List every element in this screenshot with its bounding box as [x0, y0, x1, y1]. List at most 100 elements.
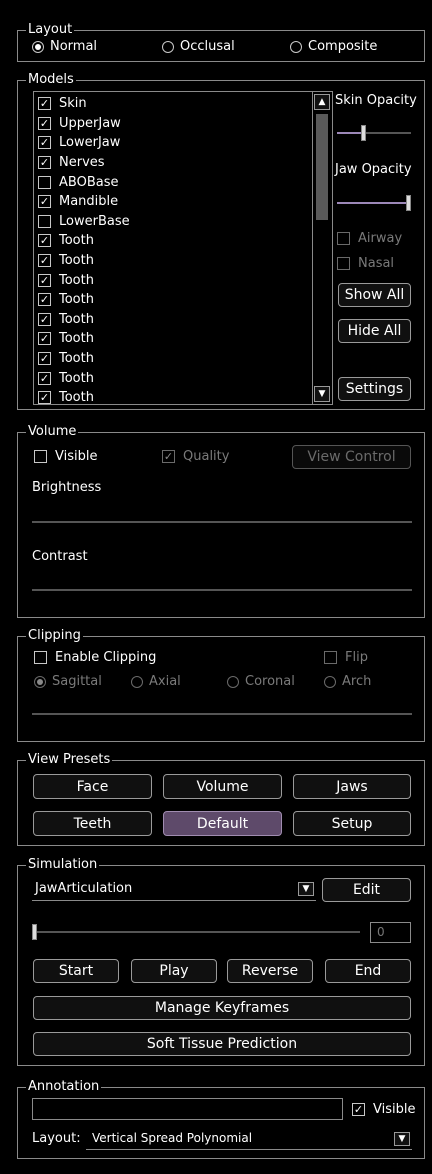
clip-axial-radio[interactable]: Axial	[131, 674, 181, 689]
scroll-up-arrow-icon[interactable]: ▲	[314, 94, 330, 110]
model-list-item[interactable]: ✓ Tooth	[34, 231, 312, 251]
model-item-label: Tooth	[59, 292, 94, 308]
contrast-label: Contrast	[32, 549, 88, 564]
models-list[interactable]: ✓ Skin ✓ UpperJaw ✓ LowerJaw ✓ Nerves ABOBase ✓ Ma…	[33, 91, 333, 405]
contrast-slider[interactable]	[32, 589, 412, 591]
checkmark-icon: ✓	[352, 1103, 365, 1116]
annotation-text-input[interactable]	[32, 1098, 343, 1120]
preset-face-button[interactable]: Face	[33, 774, 152, 799]
checkmark-icon[interactable]: ✓	[38, 312, 51, 326]
checkmark-icon[interactable]: ✓	[38, 391, 51, 404]
nasal-checkbox[interactable]: Nasal	[337, 256, 394, 271]
model-list-item[interactable]: ✓ Mandible	[34, 192, 312, 212]
scroll-down-arrow-icon[interactable]: ▼	[314, 386, 330, 402]
preset-volume-button[interactable]: Volume	[163, 774, 282, 799]
simulation-edit-button[interactable]: Edit	[322, 878, 411, 902]
model-list-item[interactable]: ✓ Skin	[34, 94, 312, 114]
checkmark-icon[interactable]: ✓	[38, 293, 51, 307]
checkbox-icon	[337, 232, 350, 245]
checkmark-icon[interactable]: ✓	[38, 254, 51, 268]
volume-visible-label: Visible	[55, 449, 98, 464]
checkmark-icon[interactable]: ✓	[38, 195, 51, 209]
preset-setup-button[interactable]: Setup	[293, 811, 411, 836]
dropdown-arrow-icon[interactable]: ▼	[298, 882, 314, 896]
annotation-visible-checkbox[interactable]: ✓ Visible	[352, 1102, 415, 1117]
frame-spinbox[interactable]: 0	[370, 922, 411, 943]
checkbox-icon	[324, 651, 337, 664]
checkmark-icon[interactable]: ✓	[38, 371, 51, 385]
show-all-button[interactable]: Show All	[338, 283, 411, 307]
model-list-item[interactable]: ABOBase	[34, 172, 312, 192]
checkmark-icon[interactable]: ✓	[38, 352, 51, 366]
model-item-label: LowerBase	[59, 213, 130, 229]
model-list-item[interactable]: ✓ Tooth	[34, 329, 312, 349]
checkmark-icon[interactable]: ✓	[38, 332, 51, 346]
checkmark-icon[interactable]: ✓	[38, 234, 51, 248]
layout-composite-radio[interactable]: Composite	[290, 39, 377, 54]
model-list-item[interactable]: ✓ UpperJaw	[34, 114, 312, 134]
model-list-item[interactable]: ✓ Tooth	[34, 251, 312, 271]
clipping-slider[interactable]	[32, 713, 412, 715]
simulation-timeline-slider[interactable]	[32, 922, 360, 942]
checkmark-icon[interactable]: ✓	[38, 136, 51, 150]
checkbox-icon[interactable]	[38, 214, 51, 228]
volume-visible-checkbox[interactable]: Visible	[34, 449, 97, 464]
clip-coronal-label: Coronal	[245, 674, 295, 689]
model-item-label: Nerves	[59, 155, 105, 171]
clip-sagittal-radio[interactable]: Sagittal	[34, 674, 102, 689]
checkmark-icon[interactable]: ✓	[38, 116, 51, 130]
layout-normal-radio[interactable]: Normal	[32, 39, 97, 54]
model-list-item[interactable]: ✓ Tooth	[34, 368, 312, 388]
flip-label: Flip	[345, 650, 368, 665]
dropdown-arrow-icon[interactable]: ▼	[394, 1132, 410, 1146]
volume-quality-checkbox[interactable]: ✓ Quality	[162, 449, 229, 464]
preset-teeth-button[interactable]: Teeth	[33, 811, 152, 836]
preset-default-button[interactable]: Default	[163, 811, 282, 836]
preset-jaws-button[interactable]: Jaws	[293, 774, 411, 799]
enable-clipping-checkbox[interactable]: Enable Clipping	[34, 650, 156, 665]
model-list-item[interactable]: ✓ Tooth	[34, 290, 312, 310]
simulation-play-button[interactable]: Play	[131, 959, 217, 983]
clip-arch-radio[interactable]: Arch	[324, 674, 371, 689]
simulation-end-button[interactable]: End	[325, 959, 411, 983]
hide-all-button[interactable]: Hide All	[338, 319, 411, 343]
annotation-visible-label: Visible	[373, 1102, 416, 1117]
model-item-label: Tooth	[59, 253, 94, 269]
model-list-item[interactable]: ✓ Nerves	[34, 153, 312, 173]
model-list-item[interactable]: ✓ Tooth	[34, 388, 312, 404]
model-list-item[interactable]: ✓ Tooth	[34, 310, 312, 330]
model-list-item[interactable]: ✓ LowerJaw	[34, 133, 312, 153]
models-scrollbar[interactable]: ▲ ▼	[312, 92, 332, 404]
annotation-layout-combo[interactable]: Vertical Spread Polynomial ▼	[86, 1129, 412, 1150]
model-list-item[interactable]: ✓ Tooth	[34, 349, 312, 369]
jaw-opacity-slider[interactable]	[337, 193, 411, 213]
jaw-opacity-thumb[interactable]	[406, 195, 411, 211]
model-list-item[interactable]: ✓ Tooth	[34, 270, 312, 290]
brightness-slider[interactable]	[32, 521, 412, 523]
simulation-reverse-button[interactable]: Reverse	[227, 959, 313, 983]
skin-opacity-thumb[interactable]	[361, 125, 366, 141]
simulation-start-button[interactable]: Start	[33, 959, 119, 983]
clip-coronal-radio[interactable]: Coronal	[227, 674, 295, 689]
layout-occlusal-radio[interactable]: Occlusal	[162, 39, 235, 54]
layout-composite-label: Composite	[308, 39, 378, 54]
checkmark-icon[interactable]: ✓	[38, 156, 51, 170]
checkmark-icon[interactable]: ✓	[38, 97, 51, 111]
model-list-item[interactable]: LowerBase	[34, 212, 312, 232]
model-item-label: Tooth	[59, 272, 94, 288]
timeline-thumb[interactable]	[32, 924, 37, 940]
soft-tissue-prediction-button[interactable]: Soft Tissue Prediction	[33, 1032, 411, 1056]
view-control-button[interactable]: View Control	[292, 445, 411, 469]
manage-keyframes-button[interactable]: Manage Keyframes	[33, 996, 411, 1020]
checkbox-icon[interactable]	[38, 175, 51, 189]
volume-quality-label: Quality	[183, 449, 230, 464]
clip-axial-label: Axial	[149, 674, 181, 689]
airway-checkbox[interactable]: Airway	[337, 231, 402, 246]
simulation-combo[interactable]: JawArticulation ▼	[32, 880, 316, 901]
flip-checkbox[interactable]: Flip	[324, 650, 368, 665]
skin-opacity-slider[interactable]	[337, 123, 411, 143]
checkmark-icon[interactable]: ✓	[38, 273, 51, 287]
scroll-thumb[interactable]	[316, 114, 328, 220]
radio-icon	[324, 675, 336, 688]
settings-button[interactable]: Settings	[338, 377, 411, 401]
